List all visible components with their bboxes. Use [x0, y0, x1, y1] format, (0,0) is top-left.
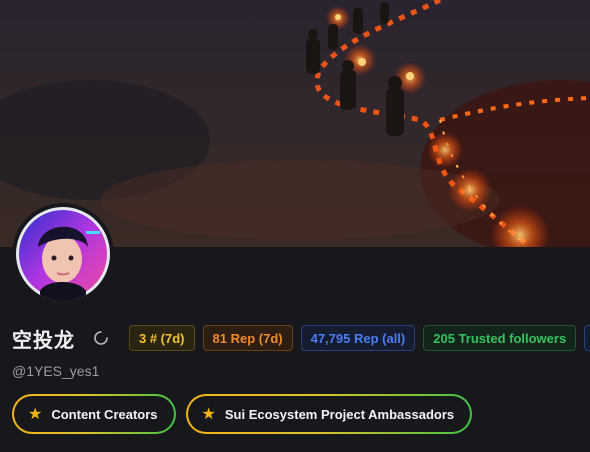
loading-spinner-icon	[93, 330, 109, 346]
star-icon: ★	[28, 406, 43, 423]
rep-all-chip[interactable]: 47,795 Rep (all)	[300, 325, 416, 351]
badge-list: ★ Content Creators ★ Sui Ecosystem Proje…	[12, 394, 482, 434]
avatar-portrait-icon	[16, 207, 110, 301]
user-handle: @1YES_yes1	[12, 363, 100, 379]
rep-7d-chip[interactable]: 81 Rep (7d)	[202, 325, 293, 351]
avatar[interactable]	[12, 203, 114, 305]
badge-sui-ambassadors[interactable]: ★ Sui Ecosystem Project Ambassadors	[186, 394, 473, 434]
trusted-followers-chip[interactable]: 205 Trusted followers	[423, 325, 577, 351]
overflow-chip[interactable]	[584, 325, 590, 351]
rank-chip[interactable]: 3 # (7d)	[129, 325, 195, 351]
star-icon: ★	[201, 406, 216, 423]
profile-header-row: 空投龙 3 # (7d) 81 Rep (7d) 47,795 Rep (all…	[12, 323, 590, 353]
badge-label: Sui Ecosystem Project Ambassadors	[224, 406, 455, 422]
badge-label: Content Creators	[51, 406, 158, 422]
badge-content-creators[interactable]: ★ Content Creators	[12, 394, 176, 434]
display-name: 空投龙	[12, 327, 75, 352]
